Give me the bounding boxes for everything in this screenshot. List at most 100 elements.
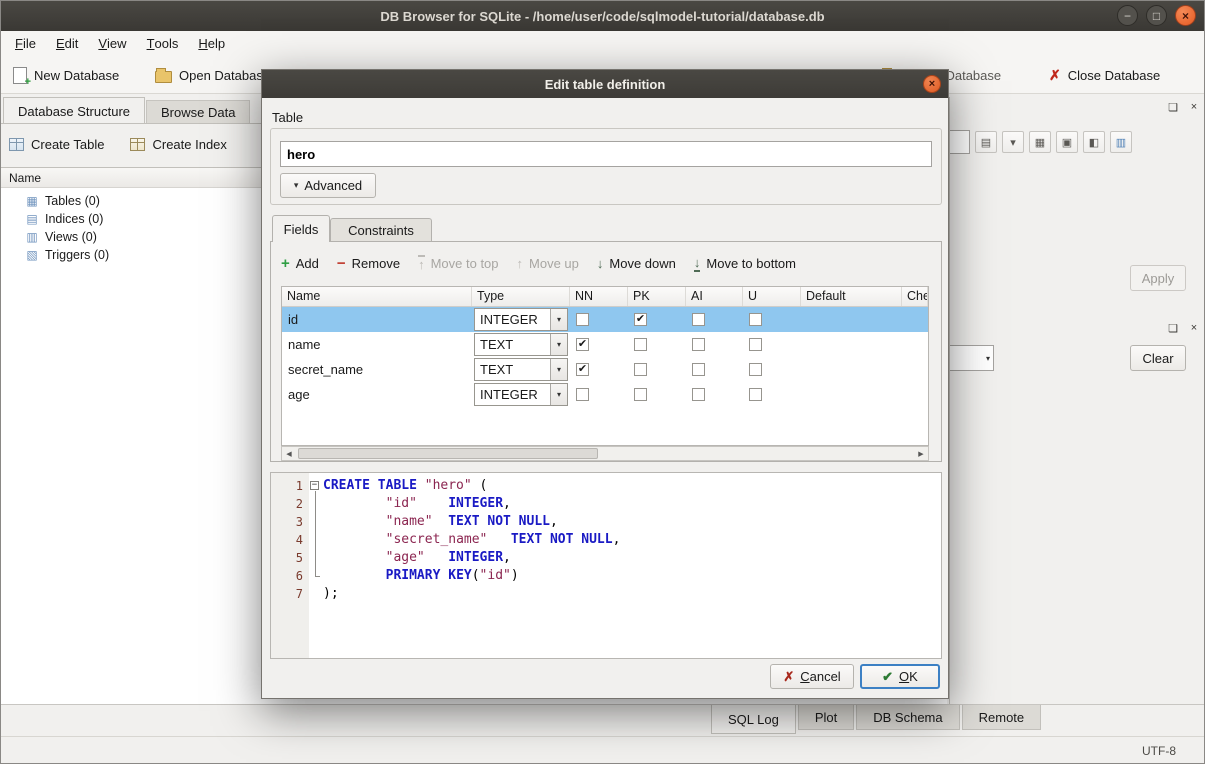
close-database-button[interactable]: ✗ Close Database bbox=[1041, 60, 1168, 90]
nn-checkbox[interactable] bbox=[576, 313, 589, 326]
close-button[interactable]: × bbox=[1175, 5, 1196, 26]
ai-checkbox[interactable] bbox=[692, 388, 705, 401]
menu-item-view[interactable]: View bbox=[88, 31, 136, 56]
type-combobox[interactable]: TEXT▾ bbox=[474, 358, 568, 381]
combobox-dropdown-icon[interactable]: ▾ bbox=[550, 359, 567, 380]
dock-toolbar-icon[interactable]: ▾ bbox=[1002, 131, 1024, 153]
pk-checkbox[interactable]: ✔ bbox=[634, 313, 647, 326]
scroll-right-icon[interactable]: ▶ bbox=[914, 450, 928, 458]
cancel-button[interactable]: ✗ Cancel bbox=[770, 664, 854, 689]
dock2-close-icon[interactable]: × bbox=[1187, 321, 1201, 335]
combobox-dropdown-icon[interactable]: ▾ bbox=[550, 384, 567, 405]
tab-constraints[interactable]: Constraints bbox=[330, 218, 432, 242]
ok-button[interactable]: ✔ OK bbox=[860, 664, 940, 689]
create-index-button[interactable]: Create Index bbox=[130, 137, 226, 152]
scrollbar-thumb[interactable] bbox=[298, 448, 598, 459]
tab-browse-data[interactable]: Browse Data bbox=[146, 100, 250, 124]
u-checkbox[interactable] bbox=[749, 388, 762, 401]
field-name-cell[interactable]: name bbox=[282, 332, 472, 357]
maximize-button[interactable]: □ bbox=[1146, 5, 1167, 26]
u-checkbox[interactable] bbox=[749, 338, 762, 351]
field-name-cell[interactable]: age bbox=[282, 382, 472, 407]
minimize-button[interactable]: − bbox=[1117, 5, 1138, 26]
bottom-tab-remote[interactable]: Remote bbox=[962, 705, 1042, 730]
check-cell[interactable] bbox=[902, 307, 928, 332]
type-combobox[interactable]: TEXT▾ bbox=[474, 333, 568, 356]
default-cell[interactable] bbox=[801, 382, 902, 407]
dock-text-field[interactable] bbox=[950, 130, 970, 154]
new-database-button[interactable]: + New Database bbox=[5, 60, 127, 90]
pk-checkbox[interactable] bbox=[634, 338, 647, 351]
horizontal-scrollbar[interactable]: ◀ ▶ bbox=[281, 446, 929, 461]
table-name-input[interactable] bbox=[280, 141, 932, 167]
dock-toolbar-icon[interactable]: ▦ bbox=[1029, 131, 1051, 153]
u-checkbox[interactable] bbox=[749, 313, 762, 326]
move-down-button[interactable]: ↓Move down bbox=[597, 256, 676, 271]
nn-checkbox[interactable]: ✔ bbox=[576, 338, 589, 351]
advanced-toggle-button[interactable]: ▾ Advanced bbox=[280, 173, 376, 198]
bottom-tab-plot[interactable]: Plot bbox=[798, 705, 854, 730]
dialog-close-button[interactable]: × bbox=[923, 75, 941, 93]
dock-toolbar-icon[interactable]: ◧ bbox=[1083, 131, 1105, 153]
column-header-nn[interactable]: NN bbox=[570, 287, 628, 306]
dock-toolbar-icon[interactable]: ▣ bbox=[1056, 131, 1078, 153]
column-header-u[interactable]: U bbox=[743, 287, 801, 306]
sql-token bbox=[425, 550, 448, 565]
fold-collapse-icon[interactable]: − bbox=[310, 481, 319, 490]
dock2-float-icon[interactable]: ❏ bbox=[1166, 321, 1180, 335]
tab-database-structure[interactable]: Database Structure bbox=[3, 97, 145, 124]
pk-checkbox[interactable] bbox=[634, 388, 647, 401]
menu-item-help[interactable]: Help bbox=[188, 31, 235, 56]
nn-checkbox[interactable] bbox=[576, 388, 589, 401]
scroll-left-icon[interactable]: ◀ bbox=[282, 450, 296, 458]
dock-toolbar-icon[interactable]: ▥ bbox=[1110, 131, 1132, 153]
type-value: INTEGER bbox=[475, 312, 538, 327]
fields-grid-body: idINTEGER▾✔nameTEXT▾✔secret_nameTEXT▾✔ag… bbox=[282, 307, 928, 407]
clear-button[interactable]: Clear bbox=[1130, 345, 1186, 371]
combobox-dropdown-icon[interactable]: ▾ bbox=[550, 334, 567, 355]
field-row-age[interactable]: ageINTEGER▾ bbox=[282, 382, 928, 407]
field-row-id[interactable]: idINTEGER ▾ ✔ bbox=[282, 307, 928, 332]
column-header-type[interactable]: Type bbox=[472, 287, 570, 306]
create-table-button[interactable]: Create Table bbox=[9, 137, 104, 152]
check-cell[interactable] bbox=[902, 382, 928, 407]
check-cell[interactable] bbox=[902, 332, 928, 357]
default-cell[interactable] bbox=[801, 332, 902, 357]
u-checkbox[interactable] bbox=[749, 363, 762, 376]
bottom-tab-db-schema[interactable]: DB Schema bbox=[856, 705, 959, 730]
open-database-button[interactable]: Open Database bbox=[147, 60, 278, 90]
column-header-check[interactable]: Check bbox=[902, 287, 928, 306]
field-name-cell[interactable]: secret_name bbox=[282, 357, 472, 382]
field-row-name[interactable]: nameTEXT▾ ✔ bbox=[282, 332, 928, 357]
dock1-close-icon[interactable]: × bbox=[1187, 100, 1201, 114]
menu-item-tools[interactable]: Tools bbox=[137, 31, 189, 56]
remove-button[interactable]: −Remove bbox=[337, 255, 400, 272]
menu-item-file[interactable]: File bbox=[5, 31, 46, 56]
sql-log-filter-combobox[interactable]: ▾ bbox=[950, 345, 994, 371]
default-cell[interactable] bbox=[801, 357, 902, 382]
apply-button[interactable]: Apply bbox=[1130, 265, 1186, 291]
column-header-ai[interactable]: AI bbox=[686, 287, 743, 306]
dock1-float-icon[interactable]: ❏ bbox=[1166, 100, 1180, 114]
check-cell[interactable] bbox=[902, 357, 928, 382]
column-header-name[interactable]: Name bbox=[282, 287, 472, 306]
nn-checkbox[interactable]: ✔ bbox=[576, 363, 589, 376]
type-combobox[interactable]: INTEGER ▾ bbox=[474, 308, 568, 331]
field-name-cell[interactable]: id bbox=[282, 307, 472, 332]
default-cell[interactable] bbox=[801, 307, 902, 332]
bottom-tab-sql-log[interactable]: SQL Log bbox=[711, 705, 796, 734]
type-combobox[interactable]: INTEGER▾ bbox=[474, 383, 568, 406]
add-button[interactable]: +Add bbox=[281, 255, 319, 272]
ai-checkbox[interactable] bbox=[692, 363, 705, 376]
move-to-bottom-button[interactable]: ↓Move to bottom bbox=[694, 255, 796, 272]
dock-toolbar-icon[interactable]: ▤ bbox=[975, 131, 997, 153]
column-header-default[interactable]: Default bbox=[801, 287, 902, 306]
ai-checkbox[interactable] bbox=[692, 338, 705, 351]
tab-fields[interactable]: Fields bbox=[272, 215, 330, 242]
field-row-secret-name[interactable]: secret_nameTEXT▾ ✔ bbox=[282, 357, 928, 382]
column-header-pk[interactable]: PK bbox=[628, 287, 686, 306]
pk-checkbox[interactable] bbox=[634, 363, 647, 376]
menu-item-edit[interactable]: Edit bbox=[46, 31, 88, 56]
combobox-dropdown-icon[interactable]: ▾ bbox=[550, 309, 567, 330]
ai-checkbox[interactable] bbox=[692, 313, 705, 326]
